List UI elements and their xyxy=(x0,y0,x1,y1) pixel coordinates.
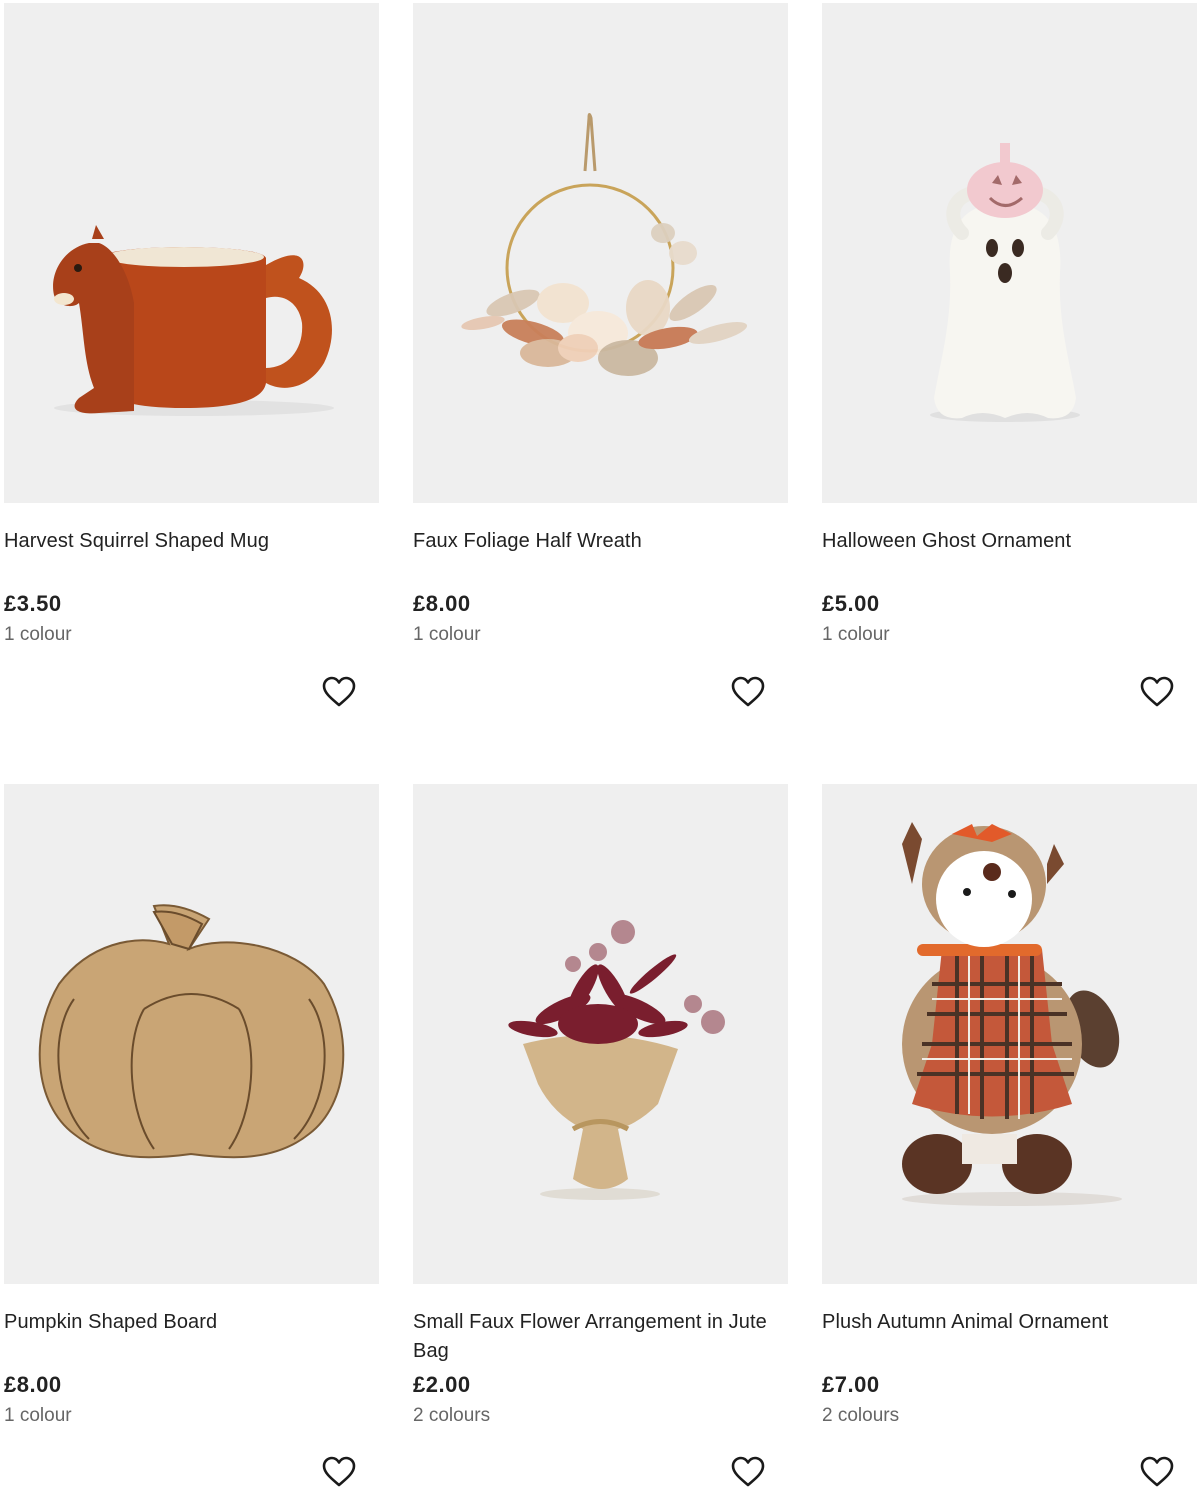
product-grid: Harvest Squirrel Shaped Mug £3.50 1 colo… xyxy=(0,0,1200,1492)
product-card[interactable]: Small Faux Flower Arrangement in Jute Ba… xyxy=(413,784,788,1492)
product-price: £5.00 xyxy=(822,591,880,616)
product-card[interactable]: Harvest Squirrel Shaped Mug £3.50 1 colo… xyxy=(4,3,379,763)
product-image[interactable] xyxy=(4,784,379,1284)
product-image[interactable] xyxy=(413,784,788,1284)
product-card[interactable]: Faux Foliage Half Wreath £8.00 1 colour xyxy=(413,3,788,763)
product-card[interactable]: Pumpkin Shaped Board £8.00 1 colour xyxy=(4,784,379,1492)
wishlist-button[interactable] xyxy=(322,1456,356,1488)
flower-arrangement-image xyxy=(413,784,788,1284)
product-colours: 2 colours xyxy=(822,1405,900,1426)
wishlist-button[interactable] xyxy=(731,1456,765,1488)
product-name[interactable]: Plush Autumn Animal Ornament xyxy=(822,1308,1197,1366)
product-colours: 2 colours xyxy=(413,1405,491,1426)
product-image[interactable] xyxy=(822,3,1197,503)
pumpkin-board-image xyxy=(4,784,379,1284)
wishlist-button[interactable] xyxy=(1140,676,1174,708)
heart-icon xyxy=(731,1456,765,1487)
product-colours: 1 colour xyxy=(4,624,72,645)
wishlist-button[interactable] xyxy=(1140,1456,1174,1488)
ghost-ornament-image xyxy=(822,3,1197,503)
product-price: £2.00 xyxy=(413,1372,471,1397)
product-name[interactable]: Halloween Ghost Ornament xyxy=(822,527,1197,585)
wishlist-button[interactable] xyxy=(322,676,356,708)
product-colours: 1 colour xyxy=(413,624,481,645)
heart-icon xyxy=(322,676,356,707)
product-price: £7.00 xyxy=(822,1372,880,1397)
heart-icon xyxy=(1140,1456,1174,1487)
product-image[interactable] xyxy=(822,784,1197,1284)
product-price: £8.00 xyxy=(413,591,471,616)
wishlist-button[interactable] xyxy=(731,676,765,708)
squirrel-mug-image xyxy=(4,3,379,503)
product-colours: 1 colour xyxy=(822,624,890,645)
product-price: £8.00 xyxy=(4,1372,62,1397)
product-name[interactable]: Faux Foliage Half Wreath xyxy=(413,527,788,585)
product-image[interactable] xyxy=(4,3,379,503)
product-name[interactable]: Small Faux Flower Arrangement in Jute Ba… xyxy=(413,1308,788,1366)
plush-fox-image xyxy=(822,784,1197,1284)
product-name[interactable]: Harvest Squirrel Shaped Mug xyxy=(4,527,379,585)
product-image[interactable] xyxy=(413,3,788,503)
product-colours: 1 colour xyxy=(4,1405,72,1426)
product-card[interactable]: Halloween Ghost Ornament £5.00 1 colour xyxy=(822,3,1197,763)
heart-icon xyxy=(731,676,765,707)
heart-icon xyxy=(322,1456,356,1487)
product-price: £3.50 xyxy=(4,591,62,616)
product-name[interactable]: Pumpkin Shaped Board xyxy=(4,1308,379,1366)
heart-icon xyxy=(1140,676,1174,707)
half-wreath-image xyxy=(413,3,788,503)
product-card[interactable]: Plush Autumn Animal Ornament £7.00 2 col… xyxy=(822,784,1197,1492)
